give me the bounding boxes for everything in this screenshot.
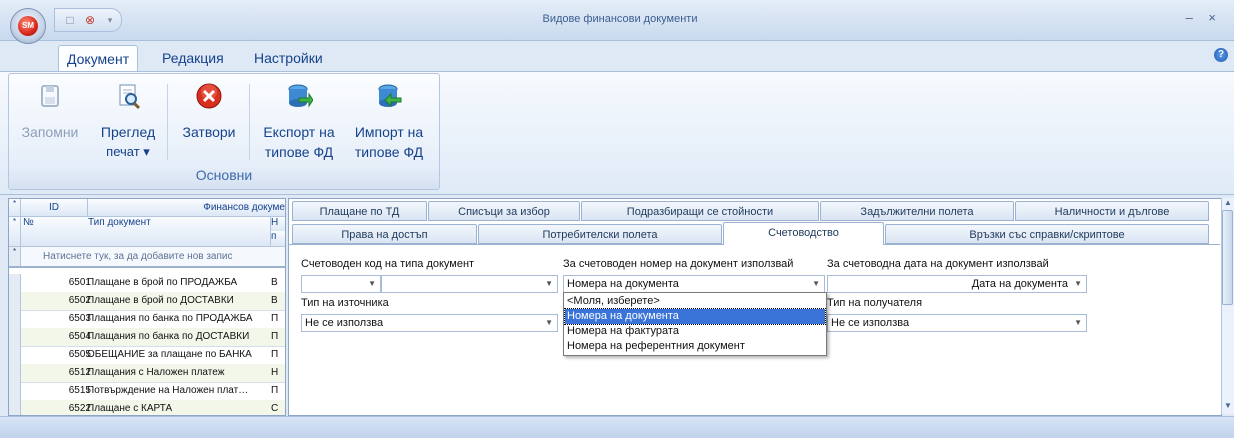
import-types-button[interactable]: Импорт на типове ФД <box>345 82 433 162</box>
chevron-down-icon: ▼ <box>368 279 376 288</box>
chevron-down-icon: ▼ <box>812 279 820 288</box>
dropdown-option[interactable]: Номера на референтния документ <box>565 339 825 354</box>
save-button[interactable]: Запомни <box>15 82 85 142</box>
column-header-type[interactable]: Тип документ <box>88 217 271 247</box>
recipient-type-combo[interactable]: Не се използва ▼ <box>827 314 1087 332</box>
tab-access-rights[interactable]: Права на достъп <box>292 224 477 244</box>
print-preview-icon <box>114 82 142 110</box>
acc-code-label: Счетоводен код на типа документ <box>301 258 475 270</box>
chevron-down-icon: ▼ <box>1074 279 1082 288</box>
tab-edit[interactable]: Редакция <box>154 45 232 72</box>
column-header-extra-2: п <box>271 231 285 247</box>
window-title: Видове финансови документи <box>542 13 698 25</box>
table-row[interactable]: 6505 ОБЕЩАНИЕ за плащане по БАНКА П <box>9 346 285 365</box>
table-row[interactable]: 6515 Потвърждение на Наложен плат… П <box>9 382 285 401</box>
tab-stock-debts[interactable]: Наличности и дългове <box>1015 201 1209 221</box>
chevron-down-icon: ▼ <box>1074 318 1082 327</box>
export-types-button[interactable]: Експорт на типове ФД <box>255 82 343 162</box>
tab-payment-td[interactable]: Плащане по ТД <box>292 201 427 221</box>
ribbon-group-label: Основни <box>195 167 253 183</box>
acc-number-dropdown-list: <Моля, изберете> Номера на документа Ном… <box>563 292 827 356</box>
tab-settings[interactable]: Настройки <box>246 45 331 72</box>
help-icon[interactable]: ? <box>1214 48 1228 62</box>
tab-custom-fields[interactable]: Потребителски полета <box>478 224 722 244</box>
ribbon: Запомни Преглед печат ▾ Затвори Експорт … <box>0 71 1234 195</box>
ribbon-separator <box>167 84 168 160</box>
print-preview-button[interactable]: Преглед печат ▾ <box>93 82 163 162</box>
tab-report-links[interactable]: Връзки със справки/скриптове <box>885 224 1209 244</box>
chevron-down-icon: ▼ <box>545 318 553 327</box>
acc-number-combo[interactable]: Номера на документа ▼ <box>563 275 825 293</box>
scrollbar-thumb[interactable] <box>1222 210 1233 305</box>
table-row[interactable]: 6503 Плащания по банка по ПРОДАЖБА П <box>9 310 285 329</box>
acc-date-label: За счетоводна дата на документ използвай <box>827 258 1049 270</box>
tab-required-fields[interactable]: Задължителни полета <box>820 201 1014 221</box>
document-types-grid: * ID Финансов докуме * № Тип документ Н … <box>8 198 286 416</box>
import-icon <box>375 82 403 110</box>
source-type-combo[interactable]: Не се използва ▼ <box>301 314 558 332</box>
table-row[interactable]: 6502 Плащане в брой по ДОСТАВКИ В <box>9 292 285 311</box>
window-controls[interactable]: – × <box>1186 10 1222 25</box>
acc-code-combo-2[interactable]: ▼ <box>381 275 558 293</box>
tab-document[interactable]: Документ <box>58 45 139 73</box>
grid-corner-2: * <box>9 217 21 247</box>
scroll-down-icon[interactable]: ▼ <box>1224 401 1232 410</box>
close-button[interactable]: Затвори <box>174 82 244 142</box>
acc-number-label: За счетоводен номер на документ използва… <box>563 258 794 270</box>
new-row-hint: Натиснете тук, за да добавите нов запис <box>43 251 233 262</box>
column-header-extra[interactable]: Н <box>271 217 285 232</box>
ribbon-separator <box>249 84 250 160</box>
ribbon-group-main: Запомни Преглед печат ▾ Затвори Експорт … <box>8 73 440 190</box>
acc-date-combo[interactable]: Дата на документа ▼ <box>827 275 1087 293</box>
dropdown-option-selected[interactable]: Номера на документа <box>564 308 826 325</box>
save-icon <box>36 82 64 110</box>
recipient-type-label: Тип на получателя <box>827 297 923 309</box>
tab-accounting[interactable]: Счетоводство <box>723 222 884 245</box>
close-icon <box>195 82 223 110</box>
column-header-group[interactable]: Финансов докуме <box>88 199 285 217</box>
export-icon <box>285 82 314 110</box>
status-bar <box>0 416 1234 438</box>
tab-selection-lists[interactable]: Списъци за избор <box>428 201 580 221</box>
acc-code-combo-1[interactable]: ▼ <box>301 275 381 293</box>
table-row[interactable]: 6512 Плащания с Наложен платеж Н <box>9 364 285 383</box>
column-header-id[interactable]: ID <box>21 199 88 217</box>
scroll-up-icon[interactable]: ▲ <box>1224 198 1232 207</box>
column-header-no[interactable]: № <box>21 217 90 247</box>
table-row[interactable]: 6504 Плащания по банка по ДОСТАВКИ П <box>9 328 285 347</box>
grid-corner: * <box>9 199 21 217</box>
chevron-down-icon: ▼ <box>545 279 553 288</box>
table-row[interactable]: 6501 Плащане в брой по ПРОДАЖБА В <box>9 274 285 293</box>
tab-default-values[interactable]: Подразбиращи се стойности <box>581 201 819 221</box>
dropdown-option[interactable]: <Моля, изберете> <box>565 294 825 309</box>
dropdown-option[interactable]: Номера на фактурата <box>565 324 825 339</box>
source-type-label: Тип на източника <box>301 297 389 309</box>
table-row[interactable]: 6522 Плащане с КАРТА С <box>9 400 285 415</box>
new-row[interactable]: * Натиснете тук, за да добавите нов запи… <box>9 247 285 268</box>
